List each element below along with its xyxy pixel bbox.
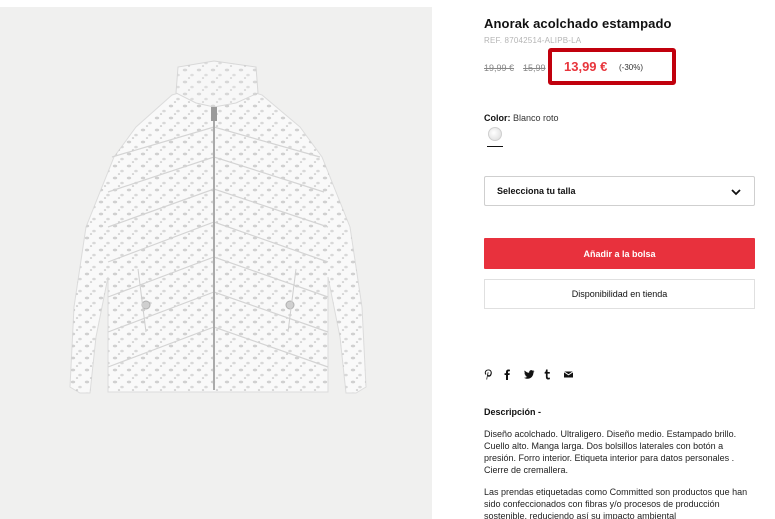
share-icons — [484, 367, 584, 381]
size-select-label: Selecciona tu talla — [497, 186, 576, 196]
committed-text: Las prendas etiquetadas como Committed s… — [484, 487, 748, 519]
jacket-illustration — [69, 60, 367, 394]
sale-price: 13,99 € — [564, 59, 608, 74]
tumblr-icon[interactable] — [544, 367, 564, 381]
original-prices: 19,99 € 15,99 — [484, 60, 546, 76]
size-select[interactable]: Selecciona tu talla — [484, 176, 755, 206]
color-label-key: Color: — [484, 113, 511, 123]
description-text: Diseño acolchado. Ultraligero. Diseño me… — [484, 429, 737, 475]
product-reference: REF. 87042514-ALIPB-LA — [484, 36, 582, 45]
color-label: Color: Blanco roto — [484, 113, 559, 123]
chevron-down-icon — [731, 189, 741, 196]
color-value: Blanco roto — [513, 113, 559, 123]
color-swatch[interactable] — [488, 127, 502, 141]
twitter-icon[interactable] — [524, 367, 544, 381]
pinterest-icon[interactable] — [484, 367, 504, 381]
previous-price: 15,99 — [523, 63, 546, 73]
email-icon[interactable] — [564, 367, 584, 381]
description-title: Descripción - — [484, 407, 542, 417]
add-to-bag-button[interactable]: Añadir a la bolsa — [484, 238, 755, 269]
product-image[interactable] — [0, 7, 432, 519]
product-title: Anorak acolchado estampado — [484, 16, 672, 31]
facebook-icon[interactable] — [504, 367, 524, 381]
store-availability-button[interactable]: Disponibilidad en tienda — [484, 279, 755, 309]
original-price: 19,99 € — [484, 63, 515, 73]
discount-badge: (-30%) — [619, 63, 644, 72]
swatch-selected-indicator — [487, 146, 503, 147]
